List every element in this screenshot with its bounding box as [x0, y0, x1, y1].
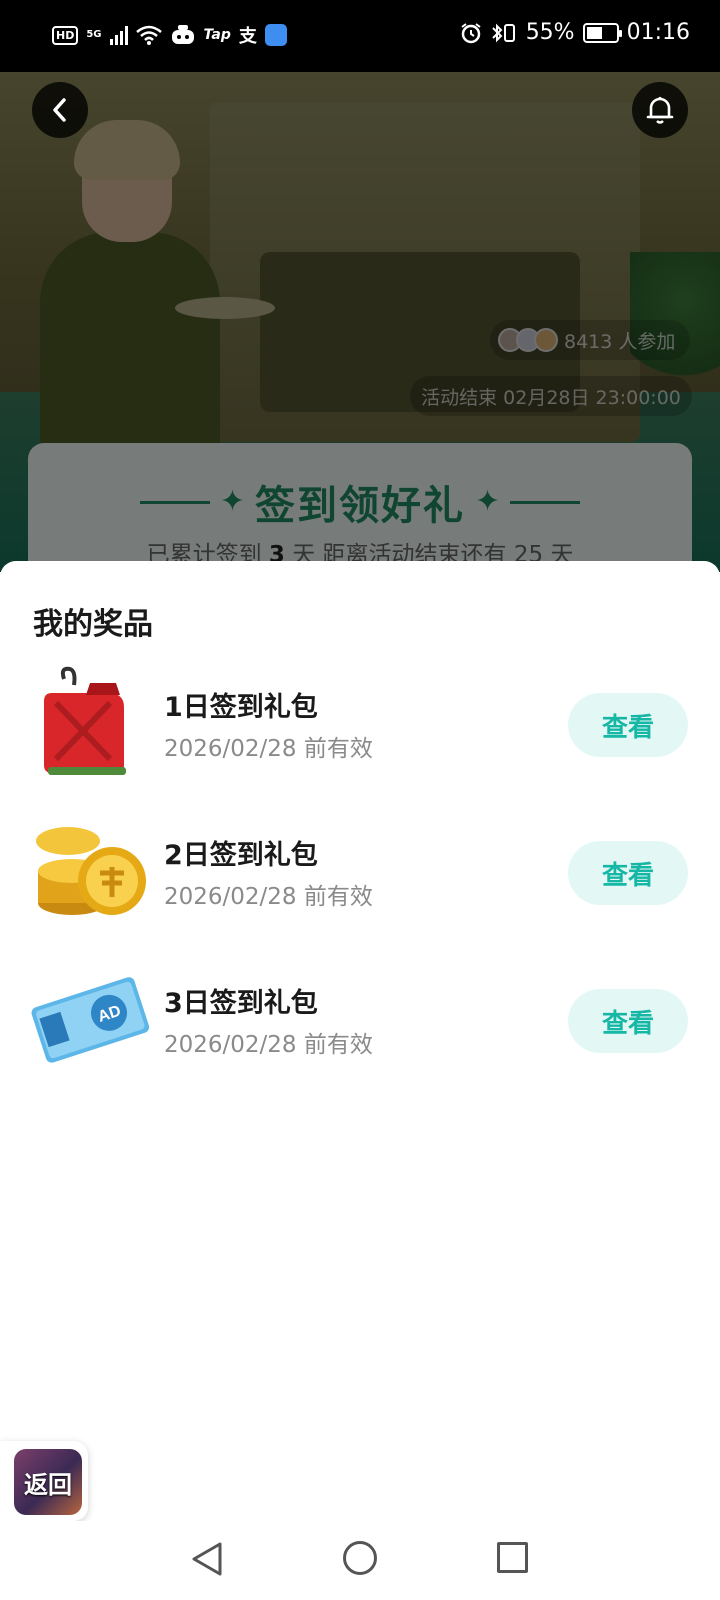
tap-icon: Tap	[203, 27, 231, 43]
my-prizes-sheet: 我的奖品 1日签到礼包 2026/02/28 前有效 查看 2日签到礼包 202…	[0, 561, 720, 1521]
bluetooth-vibrate-icon	[491, 23, 515, 42]
battery-percent: 55%	[525, 20, 575, 45]
prize-expiry: 2026/02/28 前有效	[164, 1032, 373, 1058]
system-nav-bar	[0, 1521, 720, 1600]
prize-name: 2日签到礼包	[164, 840, 318, 871]
bell-icon	[646, 96, 674, 124]
battery-fill	[586, 26, 602, 39]
game-controller-icon	[171, 25, 194, 44]
view-prize-button[interactable]: 查看	[568, 989, 688, 1053]
return-app-thumbnail: 返回	[14, 1449, 82, 1515]
fuel-can-icon	[30, 663, 150, 783]
notification-button[interactable]	[632, 82, 688, 138]
battery-icon	[582, 22, 622, 43]
alarm-icon	[461, 22, 481, 43]
modal-backdrop[interactable]	[0, 72, 720, 572]
sheet-title: 我的奖品	[33, 607, 153, 642]
gold-coins-icon	[30, 811, 150, 931]
prize-name: 3日签到礼包	[164, 988, 318, 1019]
hd-icon: HD	[52, 25, 79, 45]
view-prize-button[interactable]: 查看	[568, 841, 688, 905]
floating-return-button[interactable]: 返回	[0, 1441, 88, 1521]
prize-expiry: 2026/02/28 前有效	[164, 884, 373, 910]
status-bar-left: HD 5G Tap 支	[52, 22, 287, 48]
prize-item: AD 3日签到礼包 2026/02/28 前有效 查看	[0, 959, 720, 1079]
nav-recents-icon[interactable]	[497, 1542, 528, 1573]
prize-item: 2日签到礼包 2026/02/28 前有效 查看	[0, 811, 720, 931]
nav-back-icon[interactable]	[190, 1541, 224, 1577]
view-prize-button[interactable]: 查看	[568, 693, 688, 757]
prize-item: 1日签到礼包 2026/02/28 前有效 查看	[0, 663, 720, 783]
5g-icon: 5G	[86, 29, 102, 40]
chevron-left-icon	[53, 98, 66, 122]
prize-name: 1日签到礼包	[164, 692, 318, 723]
status-bar: HD 5G Tap 支 55% 01:16	[0, 0, 720, 72]
prize-expiry: 2026/02/28 前有效	[164, 736, 373, 762]
status-bar-right: 55% 01:16	[460, 20, 690, 45]
nav-home-icon[interactable]	[343, 1541, 377, 1575]
ad-ticket-icon: AD	[30, 959, 150, 1079]
return-label: 返回	[24, 1470, 72, 1499]
back-button[interactable]	[32, 82, 88, 138]
alipay-icon: 支	[238, 26, 257, 47]
wifi-icon	[135, 25, 162, 45]
signal-icon	[109, 25, 128, 45]
clock: 01:16	[626, 20, 690, 45]
app-notification-icon	[264, 24, 287, 46]
